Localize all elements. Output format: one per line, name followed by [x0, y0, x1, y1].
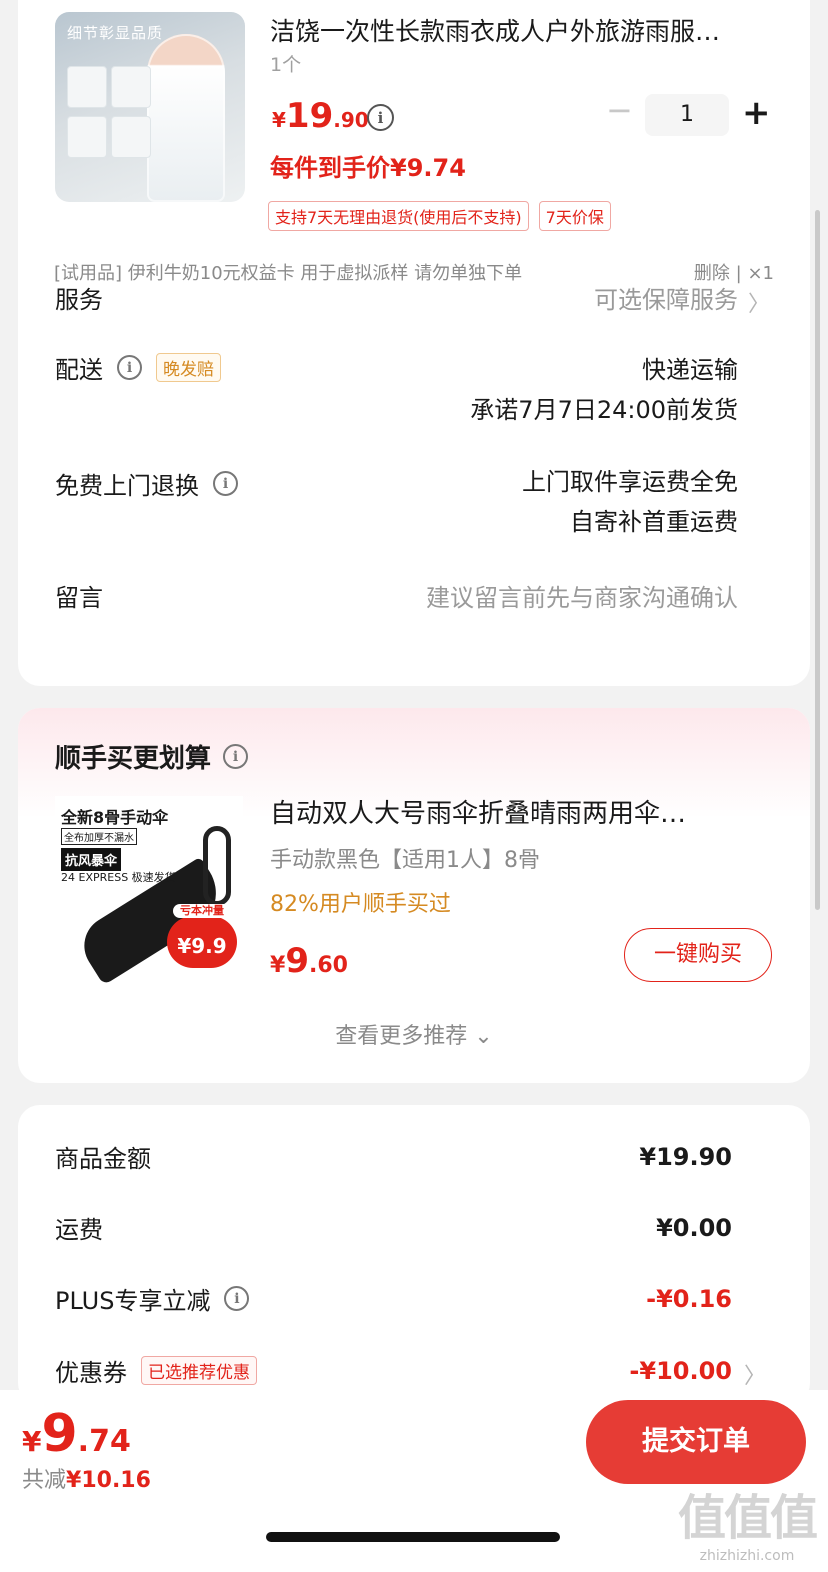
recommend-card: 顺手买更划算 i 全新8骨手动伞 全布加厚不漏水 抗风暴伞 24 EXPRESS…: [18, 708, 810, 1083]
service-value: 可选保障服务: [594, 286, 738, 314]
product-image[interactable]: 细节彰显品质: [55, 12, 245, 202]
product-price: ¥19.90: [272, 96, 369, 136]
total-integer: 9: [41, 1404, 78, 1464]
free-return-info-icon[interactable]: i: [213, 471, 238, 496]
watermark-logo: 值值值: [677, 1490, 818, 1546]
scrollbar[interactable]: [815, 210, 820, 910]
coupon-label-group: 优惠券 已选推荐优惠: [55, 1353, 257, 1388]
recommend-img-badge-top: 亏本冲量: [173, 904, 231, 918]
goods-amount-row: 商品金额 ¥19.90: [55, 1139, 732, 1174]
delivery-row: 配送 i 晚发赔 快递运输 承诺7月7日24:00前发货: [55, 350, 770, 440]
total-saved: 共减¥10.16: [22, 1462, 151, 1494]
recommend-img-text-2: 全布加厚不漏水: [61, 828, 137, 845]
delivery-info-icon[interactable]: i: [117, 355, 142, 380]
watermark-url: zhizhizhi.com: [699, 1548, 795, 1564]
recommend-product-image[interactable]: 全新8骨手动伞 全布加厚不漏水 抗风暴伞 24 EXPRESS 极速发货 亏本冲…: [55, 796, 243, 984]
plus-info-icon[interactable]: i: [224, 1286, 250, 1311]
price-currency: ¥: [272, 108, 286, 132]
coupon-recommended-tag: 已选推荐优惠: [141, 1356, 257, 1385]
message-row[interactable]: 留言 建议留言前先与商家沟通确认: [55, 578, 770, 618]
recommend-img-price-badge: 亏本冲量 ¥9.9: [167, 904, 237, 968]
free-return-line2: 自寄补首重运费: [570, 508, 738, 536]
service-label: 服务: [55, 286, 103, 314]
total-decimal: .74: [77, 1424, 131, 1459]
model-figure: [147, 34, 225, 202]
order-item-card: 细节彰显品质 洁饶一次性长款雨衣成人户外旅游雨服… 1个 ¥19.90 i − …: [18, 0, 810, 686]
plus-discount-label-group: PLUS专享立减 i: [55, 1281, 250, 1316]
total-price: ¥9.74: [22, 1404, 131, 1464]
service-row[interactable]: 服务 可选保障服务 〉: [55, 280, 770, 320]
site-watermark: 值值值 zhizhizhi.com: [677, 1478, 818, 1564]
product-image-tag: 细节彰显品质: [67, 24, 164, 42]
home-indicator[interactable]: [266, 1532, 560, 1542]
service-badges: 支持7天无理由退货(使用后不支持) 7天价保: [268, 201, 611, 231]
delivery-method: 快递运输: [642, 356, 738, 384]
shipping-value: ¥0.00: [656, 1213, 732, 1242]
message-label: 留言: [55, 584, 103, 612]
chevron-right-icon: 〉: [743, 1364, 766, 1389]
free-return-value: 上门取件享运费全免 自寄补首重运费: [522, 462, 738, 542]
recommend-img-text-4: 24 EXPRESS 极速发货: [61, 871, 176, 884]
price-summary-card: 商品金额 ¥19.90 运费 ¥0.00 PLUS专享立减 i -¥0.16 优…: [18, 1105, 810, 1405]
coupon-value: -¥10.00: [629, 1356, 732, 1385]
return-policy-badge: 支持7天无理由退货(使用后不支持): [268, 201, 529, 231]
detail-thumb: [67, 66, 107, 108]
plus-discount-label: PLUS专享立减: [55, 1287, 211, 1315]
free-return-line1: 上门取件享运费全免: [522, 468, 738, 496]
message-input[interactable]: 建议留言前先与商家沟通确认: [426, 578, 738, 618]
see-more-recommendations[interactable]: 查看更多推荐 ⌄: [18, 1018, 810, 1050]
price-currency: ¥: [270, 953, 286, 978]
delivery-value: 快递运输 承诺7月7日24:00前发货: [470, 350, 738, 430]
saved-value: ¥10.16: [66, 1468, 151, 1493]
unit-price-after-discount: 每件到手价¥9.74: [270, 154, 466, 182]
submit-order-button[interactable]: 提交订单: [586, 1400, 806, 1484]
coupon-row[interactable]: 优惠券 已选推荐优惠 -¥10.00: [55, 1353, 732, 1388]
umbrella-strap: [203, 826, 231, 906]
product-title[interactable]: 洁饶一次性长款雨衣成人户外旅游雨服…: [270, 12, 780, 48]
saved-label: 共减: [22, 1468, 67, 1493]
free-return-row: 免费上门退换 i 上门取件享运费全免 自寄补首重运费: [55, 462, 770, 552]
recommend-img-text-3: 抗风暴伞: [61, 848, 122, 871]
price-decimal: .90: [333, 108, 369, 132]
late-compensation-tag: 晚发赔: [156, 353, 221, 382]
delivery-label: 配送: [55, 356, 103, 384]
price-protection-badge: 7天价保: [538, 201, 611, 231]
delivery-label-group: 配送 i 晚发赔: [55, 350, 221, 385]
quantity-decrease-button[interactable]: −: [606, 94, 633, 126]
recommend-product-spec[interactable]: 手动款黑色【适用1人】8骨: [270, 842, 540, 874]
free-return-label: 免费上门退换: [55, 472, 199, 500]
goods-amount-label: 商品金额: [55, 1145, 151, 1173]
plus-discount-value: -¥0.16: [646, 1284, 732, 1313]
recommend-title-group: 顺手买更划算 i: [55, 738, 249, 775]
shipping-row: 运费 ¥0.00: [55, 1210, 732, 1245]
free-return-label-group: 免费上门退换 i: [55, 466, 238, 501]
shipping-label: 运费: [55, 1216, 103, 1244]
recommend-img-badge-price: ¥9.9: [177, 934, 227, 958]
coupon-label: 优惠券: [55, 1359, 127, 1387]
one-click-buy-button[interactable]: 一键购买: [624, 928, 772, 982]
delivery-promise: 承诺7月7日24:00前发货: [470, 396, 738, 424]
product-qty-note: 1个: [270, 54, 302, 76]
recommend-bought-rate: 82%用户顺手买过: [270, 892, 451, 917]
goods-amount-value: ¥19.90: [639, 1142, 732, 1171]
price-integer: 9: [285, 941, 309, 981]
plus-discount-row: PLUS专享立减 i -¥0.16: [55, 1281, 732, 1316]
recommend-img-text-1: 全新8骨手动伞: [61, 808, 169, 827]
detail-thumb: [67, 116, 107, 158]
detail-thumb: [111, 66, 151, 108]
quantity-input[interactable]: 1: [645, 94, 729, 136]
recommend-price: ¥9.60: [270, 941, 348, 981]
price-info-icon[interactable]: i: [367, 104, 394, 131]
quantity-increase-button[interactable]: +: [742, 94, 771, 134]
chevron-right-icon: 〉: [747, 292, 770, 317]
recommend-product-title[interactable]: 自动双人大号雨伞折叠晴雨两用伞…: [270, 793, 770, 830]
recommend-info-icon[interactable]: i: [223, 744, 249, 769]
price-decimal: .60: [308, 953, 348, 978]
total-currency: ¥: [22, 1425, 42, 1458]
detail-thumb: [111, 116, 151, 158]
checkout-bar: ¥9.74 共减¥10.16 提交订单 值值值 zhizhizhi.com: [0, 1390, 828, 1572]
price-integer: 19: [285, 96, 334, 136]
recommend-title: 顺手买更划算: [55, 744, 212, 774]
